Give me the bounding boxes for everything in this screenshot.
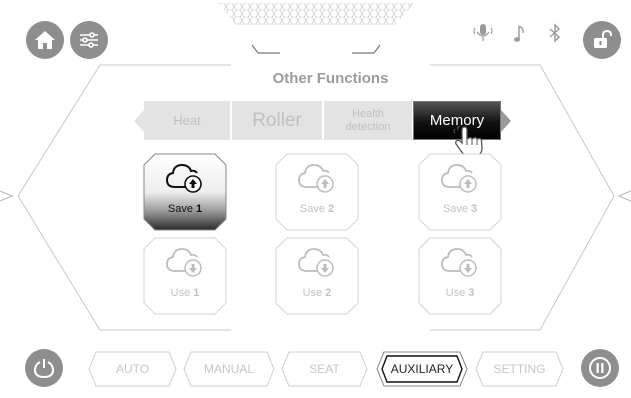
- use-slot-2-label: Use 2: [302, 287, 332, 299]
- use-slot-1-label: Use 1: [170, 287, 200, 299]
- tab-roller[interactable]: Roller: [232, 101, 323, 140]
- cloud-download-icon: [441, 248, 477, 277]
- nav-seat-label: SEAT: [309, 362, 340, 376]
- music-note-icon: [514, 25, 524, 42]
- use-slot-1[interactable]: Use 1: [143, 237, 227, 315]
- pause-icon: [589, 357, 611, 379]
- use-slot-2[interactable]: Use 2: [275, 237, 359, 315]
- use-slot-3-label: Use 3: [445, 287, 475, 299]
- power-icon: [33, 359, 55, 379]
- nav-setting-label: SETTING: [493, 362, 546, 376]
- save-slot-1-label: Save 1: [167, 203, 203, 215]
- cloud-upload-icon: [165, 163, 202, 193]
- nav-seat[interactable]: SEAT: [281, 351, 368, 387]
- cloud-download-icon: [298, 248, 334, 277]
- pause-button[interactable]: [581, 349, 619, 387]
- honeycomb-grille: [218, 3, 414, 54]
- save-slot-3[interactable]: Save 3: [418, 153, 502, 231]
- lock-button[interactable]: [583, 21, 621, 59]
- adjustments-button[interactable]: [70, 21, 108, 59]
- tab-heat[interactable]: Heat: [144, 101, 231, 140]
- nav-auxiliary[interactable]: AUXILIARY: [376, 351, 468, 387]
- bluetooth-icon: [549, 23, 561, 43]
- cloud-upload-icon: [441, 164, 477, 193]
- tabs-left-cap: [134, 110, 144, 132]
- save-slot-1[interactable]: Save 1: [143, 153, 227, 231]
- nav-auto-label: AUTO: [115, 362, 150, 376]
- home-icon: [35, 31, 55, 49]
- cloud-upload-icon: [298, 164, 334, 193]
- microphone-icon: [473, 24, 493, 41]
- tabs-right-cap: [501, 110, 511, 132]
- nav-auxiliary-label: AUXILIARY: [390, 362, 454, 376]
- nav-setting[interactable]: SETTING: [475, 351, 564, 387]
- cloud-download-icon: [166, 248, 202, 277]
- nav-auto[interactable]: AUTO: [88, 351, 177, 387]
- home-button[interactable]: [26, 21, 64, 59]
- status-bar: [470, 22, 570, 46]
- nav-manual-label: MANUAL: [203, 362, 254, 376]
- power-button[interactable]: [25, 349, 63, 387]
- save-slot-2[interactable]: Save 2: [275, 153, 359, 231]
- unlocked-padlock-icon: [594, 29, 612, 48]
- nav-manual[interactable]: MANUAL: [183, 351, 275, 387]
- save-slot-2-label: Save 2: [299, 203, 335, 215]
- page-title: Other Functions: [272, 70, 389, 87]
- tab-health-detection-label: Health detection: [345, 107, 391, 133]
- use-slot-3[interactable]: Use 3: [418, 237, 502, 315]
- sliders-icon: [80, 32, 98, 48]
- save-slot-3-label: Save 3: [442, 203, 478, 215]
- tab-health-detection[interactable]: Health detection: [324, 101, 413, 140]
